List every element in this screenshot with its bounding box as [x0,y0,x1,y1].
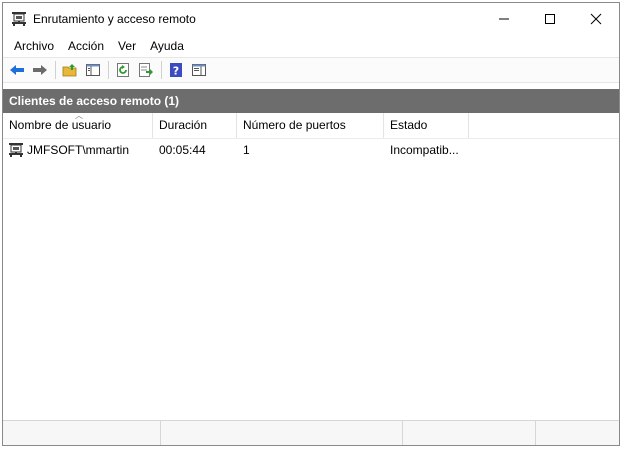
panel-title: Clientes de acceso remoto (1) [3,89,619,113]
minimize-icon [499,18,509,20]
up-one-level-button[interactable] [60,60,80,80]
back-button[interactable] [7,60,27,80]
status-panel [3,421,161,445]
list-item[interactable]: JMFSOFT\mmartin 00:05:44 1 Incompatib... [3,139,619,161]
maximize-icon [545,14,555,24]
export-list-icon [139,63,153,77]
window-title: Enrutamiento y acceso remoto [33,12,196,26]
export-list-button[interactable] [136,60,156,80]
refresh-button[interactable] [113,60,133,80]
properties-pane-icon [192,64,206,76]
column-header-status[interactable]: Estado [384,113,469,138]
properties-pane-button[interactable] [189,60,209,80]
menu-ver[interactable]: Ver [111,35,143,57]
help-icon: ? [170,63,182,78]
refresh-icon [117,63,129,77]
menu-bar: Archivo Acción Ver Ayuda [3,35,619,57]
minimize-button[interactable] [481,3,527,35]
column-label: Número de puertos [243,118,346,132]
status-bar [3,420,619,445]
up-folder-icon [62,64,77,77]
maximize-button[interactable] [527,3,573,35]
status-panel [536,421,619,445]
forward-arrow-icon [33,65,47,75]
menu-ayuda[interactable]: Ayuda [143,35,191,57]
title-bar[interactable]: Enrutamiento y acceso remoto [3,3,619,35]
status-panel [161,421,403,445]
toolbar-separator [108,61,109,79]
show-hide-tree-button[interactable] [83,60,103,80]
svg-text:?: ? [173,65,179,78]
help-button[interactable]: ? [166,60,186,80]
duration-cell: 00:05:44 [159,143,206,157]
toolbar-separator [55,61,56,79]
user-cell: JMFSOFT\mmartin [3,142,153,158]
show-hide-tree-icon [86,64,100,76]
status-cell: Incompatib... [390,143,459,157]
column-label: Nombre de usuario [9,118,112,132]
column-header-ports[interactable]: Número de puertos [237,113,384,138]
menu-accion[interactable]: Acción [61,35,111,57]
column-header-user[interactable]: ︿ Nombre de usuario [3,111,153,138]
rras-server-icon [11,11,27,27]
list-header: ︿ Nombre de usuario Duración Número de p… [3,111,619,139]
remote-client-icon [9,143,23,157]
back-arrow-icon [10,65,24,75]
menu-archivo[interactable]: Archivo [7,35,61,57]
close-button[interactable] [573,3,619,35]
toolbar-separator [161,61,162,79]
ports-cell: 1 [243,143,250,157]
results-pane: Clientes de acceso remoto (1) ︿ Nombre d… [3,85,619,421]
column-label: Estado [390,118,428,132]
app-window: Enrutamiento y acceso remoto Archivo Acc… [2,2,620,446]
column-label: Duración [159,118,208,132]
sort-indicator-icon: ︿ [75,111,83,120]
close-icon [590,13,602,25]
status-panel [403,421,536,445]
forward-button[interactable] [30,60,50,80]
user-name: JMFSOFT\mmartin [27,143,129,157]
column-header-duration[interactable]: Duración [153,113,237,138]
toolbar: ? [3,57,619,83]
